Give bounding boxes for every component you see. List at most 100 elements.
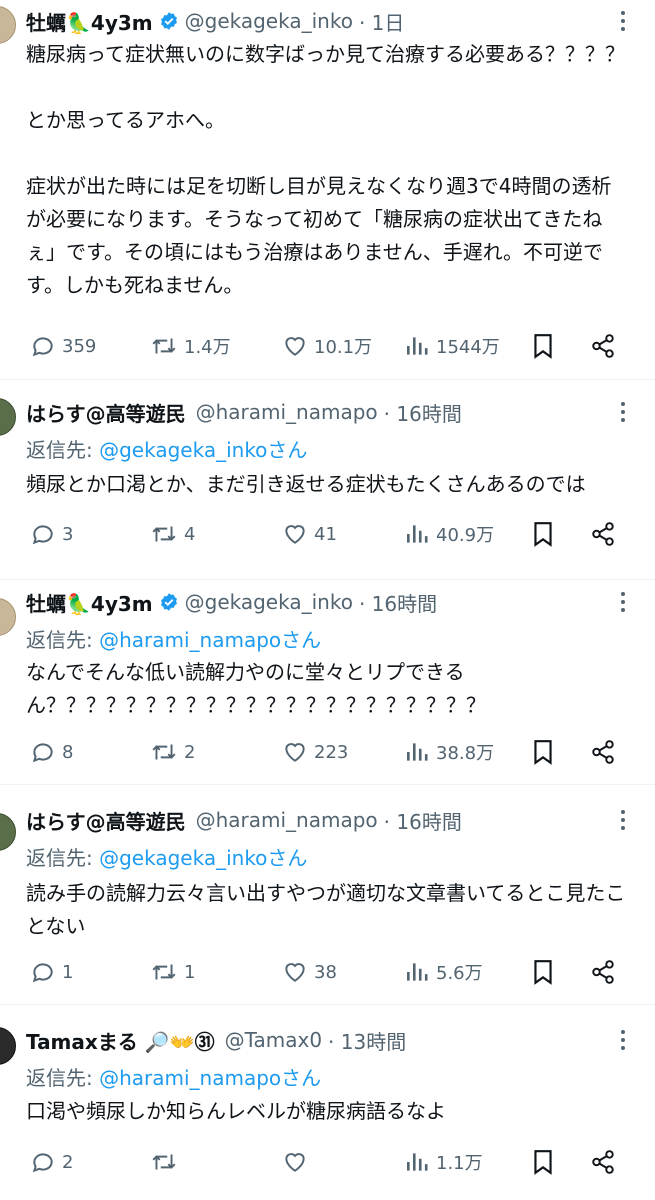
reply-prefix: 返信先: [26,628,100,652]
share-icon [592,740,614,764]
action-bar: 1 1 38 5.6万 [0,952,655,992]
author-name[interactable]: 牡蠣🦜4y3m [26,7,153,36]
tweet-4[interactable]: Tamaxまる 🔎👐㉛ @Tamax0 · 13時間 返信先: @harami_… [0,1005,655,1200]
tweet-header: Tamaxまる 🔎👐㉛ @Tamax0 · 13時間 [26,1025,595,1055]
retweet-count: 1 [184,961,196,983]
share-button[interactable] [590,326,616,366]
reply-button[interactable]: 3 [30,514,73,554]
like-icon [285,743,305,762]
action-bar: 8 2 223 38.8万 [0,732,655,772]
avatar[interactable] [0,398,16,436]
author-name[interactable]: Tamaxまる 🔎👐㉛ [26,1026,215,1055]
like-button[interactable]: 223 [282,732,348,772]
reply-button[interactable]: 359 [30,326,96,366]
like-button[interactable]: 38 [282,952,337,992]
tweet-1[interactable]: はらす@高等遊民 @harami_namapo · 16時間 返信先: @gek… [0,380,655,580]
views-icon [407,963,428,981]
reply-prefix: 返信先: [26,1066,100,1090]
views-icon [407,525,428,543]
reply-prefix: 返信先: [26,438,100,462]
author-handle[interactable]: @gekageka_inko [185,9,353,33]
views-button[interactable]: 1544万 [404,326,500,366]
reply-to-link[interactable]: @harami_namapoさん [99,1066,321,1090]
views-icon [407,1153,428,1171]
verified-icon [160,593,177,611]
tweet-3[interactable]: はらす@高等遊民 @harami_namapo · 16時間 返信先: @gek… [0,785,655,1005]
author-name[interactable]: はらす@高等遊民 [26,806,186,835]
timestamp[interactable]: · 1日 [359,7,404,36]
avatar[interactable] [0,598,16,636]
avatar[interactable] [0,1027,16,1065]
bookmark-button[interactable] [530,326,556,366]
author-name[interactable]: はらす@高等遊民 [26,398,186,427]
timestamp[interactable]: · 13時間 [328,1026,406,1055]
author-name[interactable]: 牡蠣🦜4y3m [26,588,153,617]
like-button[interactable] [282,1142,314,1182]
like-button[interactable]: 41 [282,514,337,554]
views-button[interactable]: 1.1万 [404,1142,483,1182]
avatar[interactable] [0,813,16,851]
tweet-0[interactable]: 牡蠣🦜4y3m @gekageka_inko · 1日 糖尿病って症状無いのに数… [0,0,655,380]
like-button[interactable]: 10.1万 [282,326,372,366]
reply-button[interactable]: 2 [30,1142,73,1182]
retweet-button[interactable]: 2 [150,732,195,772]
like-icon [285,963,305,982]
retweet-button[interactable]: 1.4万 [150,326,231,366]
reply-to-link[interactable]: @gekageka_inkoさん [99,438,307,462]
more-icon[interactable] [613,397,633,427]
share-button[interactable] [590,952,616,992]
bookmark-button[interactable] [530,952,556,992]
timestamp[interactable]: · 16時間 [359,588,437,617]
tweet-2[interactable]: 牡蠣🦜4y3m @gekageka_inko · 16時間 返信先: @hara… [0,580,655,785]
reply-context: 返信先: @gekageka_inkoさん [26,842,307,871]
action-bar: 359 1.4万 10.1万 1544万 [0,326,655,366]
retweet-icon [152,1154,176,1170]
bookmark-button[interactable] [530,514,556,554]
retweet-button[interactable]: 1 [150,952,195,992]
reply-context: 返信先: @gekageka_inkoさん [26,434,307,463]
view-count: 1.1万 [436,1153,483,1174]
reply-count: 3 [62,523,74,545]
retweet-button[interactable]: 4 [150,514,195,554]
reply-context: 返信先: @harami_namapoさん [26,1062,321,1091]
view-count: 1544万 [436,337,500,358]
retweet-count: 2 [184,741,196,763]
verified-icon [160,12,177,30]
views-button[interactable]: 5.6万 [404,952,483,992]
tweet-text: 頻尿とか口渇とか、まだ引き返せる症状もたくさんあるのでは [26,472,586,496]
more-icon[interactable] [613,1025,633,1055]
more-icon[interactable] [613,6,633,36]
author-handle[interactable]: @gekageka_inko [185,590,353,614]
more-icon[interactable] [613,587,633,617]
reply-button[interactable]: 8 [30,732,73,772]
reply-count: 359 [62,335,97,357]
timestamp[interactable]: · 16時間 [384,398,462,427]
reply-to-link[interactable]: @harami_namapoさん [99,628,321,652]
tweet-text: 読み手の読解力云々言い出すやつが適切な文章書いてるとこ見たことない [26,881,626,938]
share-button[interactable] [590,732,616,772]
like-count: 223 [314,741,349,763]
timestamp[interactable]: · 16時間 [384,806,462,835]
share-button[interactable] [590,1142,616,1182]
share-button[interactable] [590,514,616,554]
reply-button[interactable]: 1 [30,952,73,992]
author-handle[interactable]: @Tamax0 [225,1028,322,1052]
reply-to-link[interactable]: @gekageka_inkoさん [99,846,307,870]
bookmark-button[interactable] [530,732,556,772]
like-count: 38 [314,961,337,983]
author-handle[interactable]: @harami_namapo [196,808,378,832]
share-icon [592,1150,614,1174]
views-button[interactable]: 40.9万 [404,514,494,554]
bookmark-button[interactable] [530,1142,556,1182]
tweet-text: 口渇や頻尿しか知らんレベルが糖尿病語るなよ [26,1099,446,1123]
share-icon [592,334,614,358]
reply-count: 2 [62,1151,74,1173]
more-icon[interactable] [613,805,633,835]
author-handle[interactable]: @harami_namapo [196,400,378,424]
action-bar: 2 1.1万 [0,1142,655,1182]
share-icon [592,522,614,546]
retweet-button[interactable] [150,1142,184,1182]
reply-prefix: 返信先: [26,846,100,870]
avatar[interactable] [0,6,16,44]
views-button[interactable]: 38.8万 [404,732,494,772]
